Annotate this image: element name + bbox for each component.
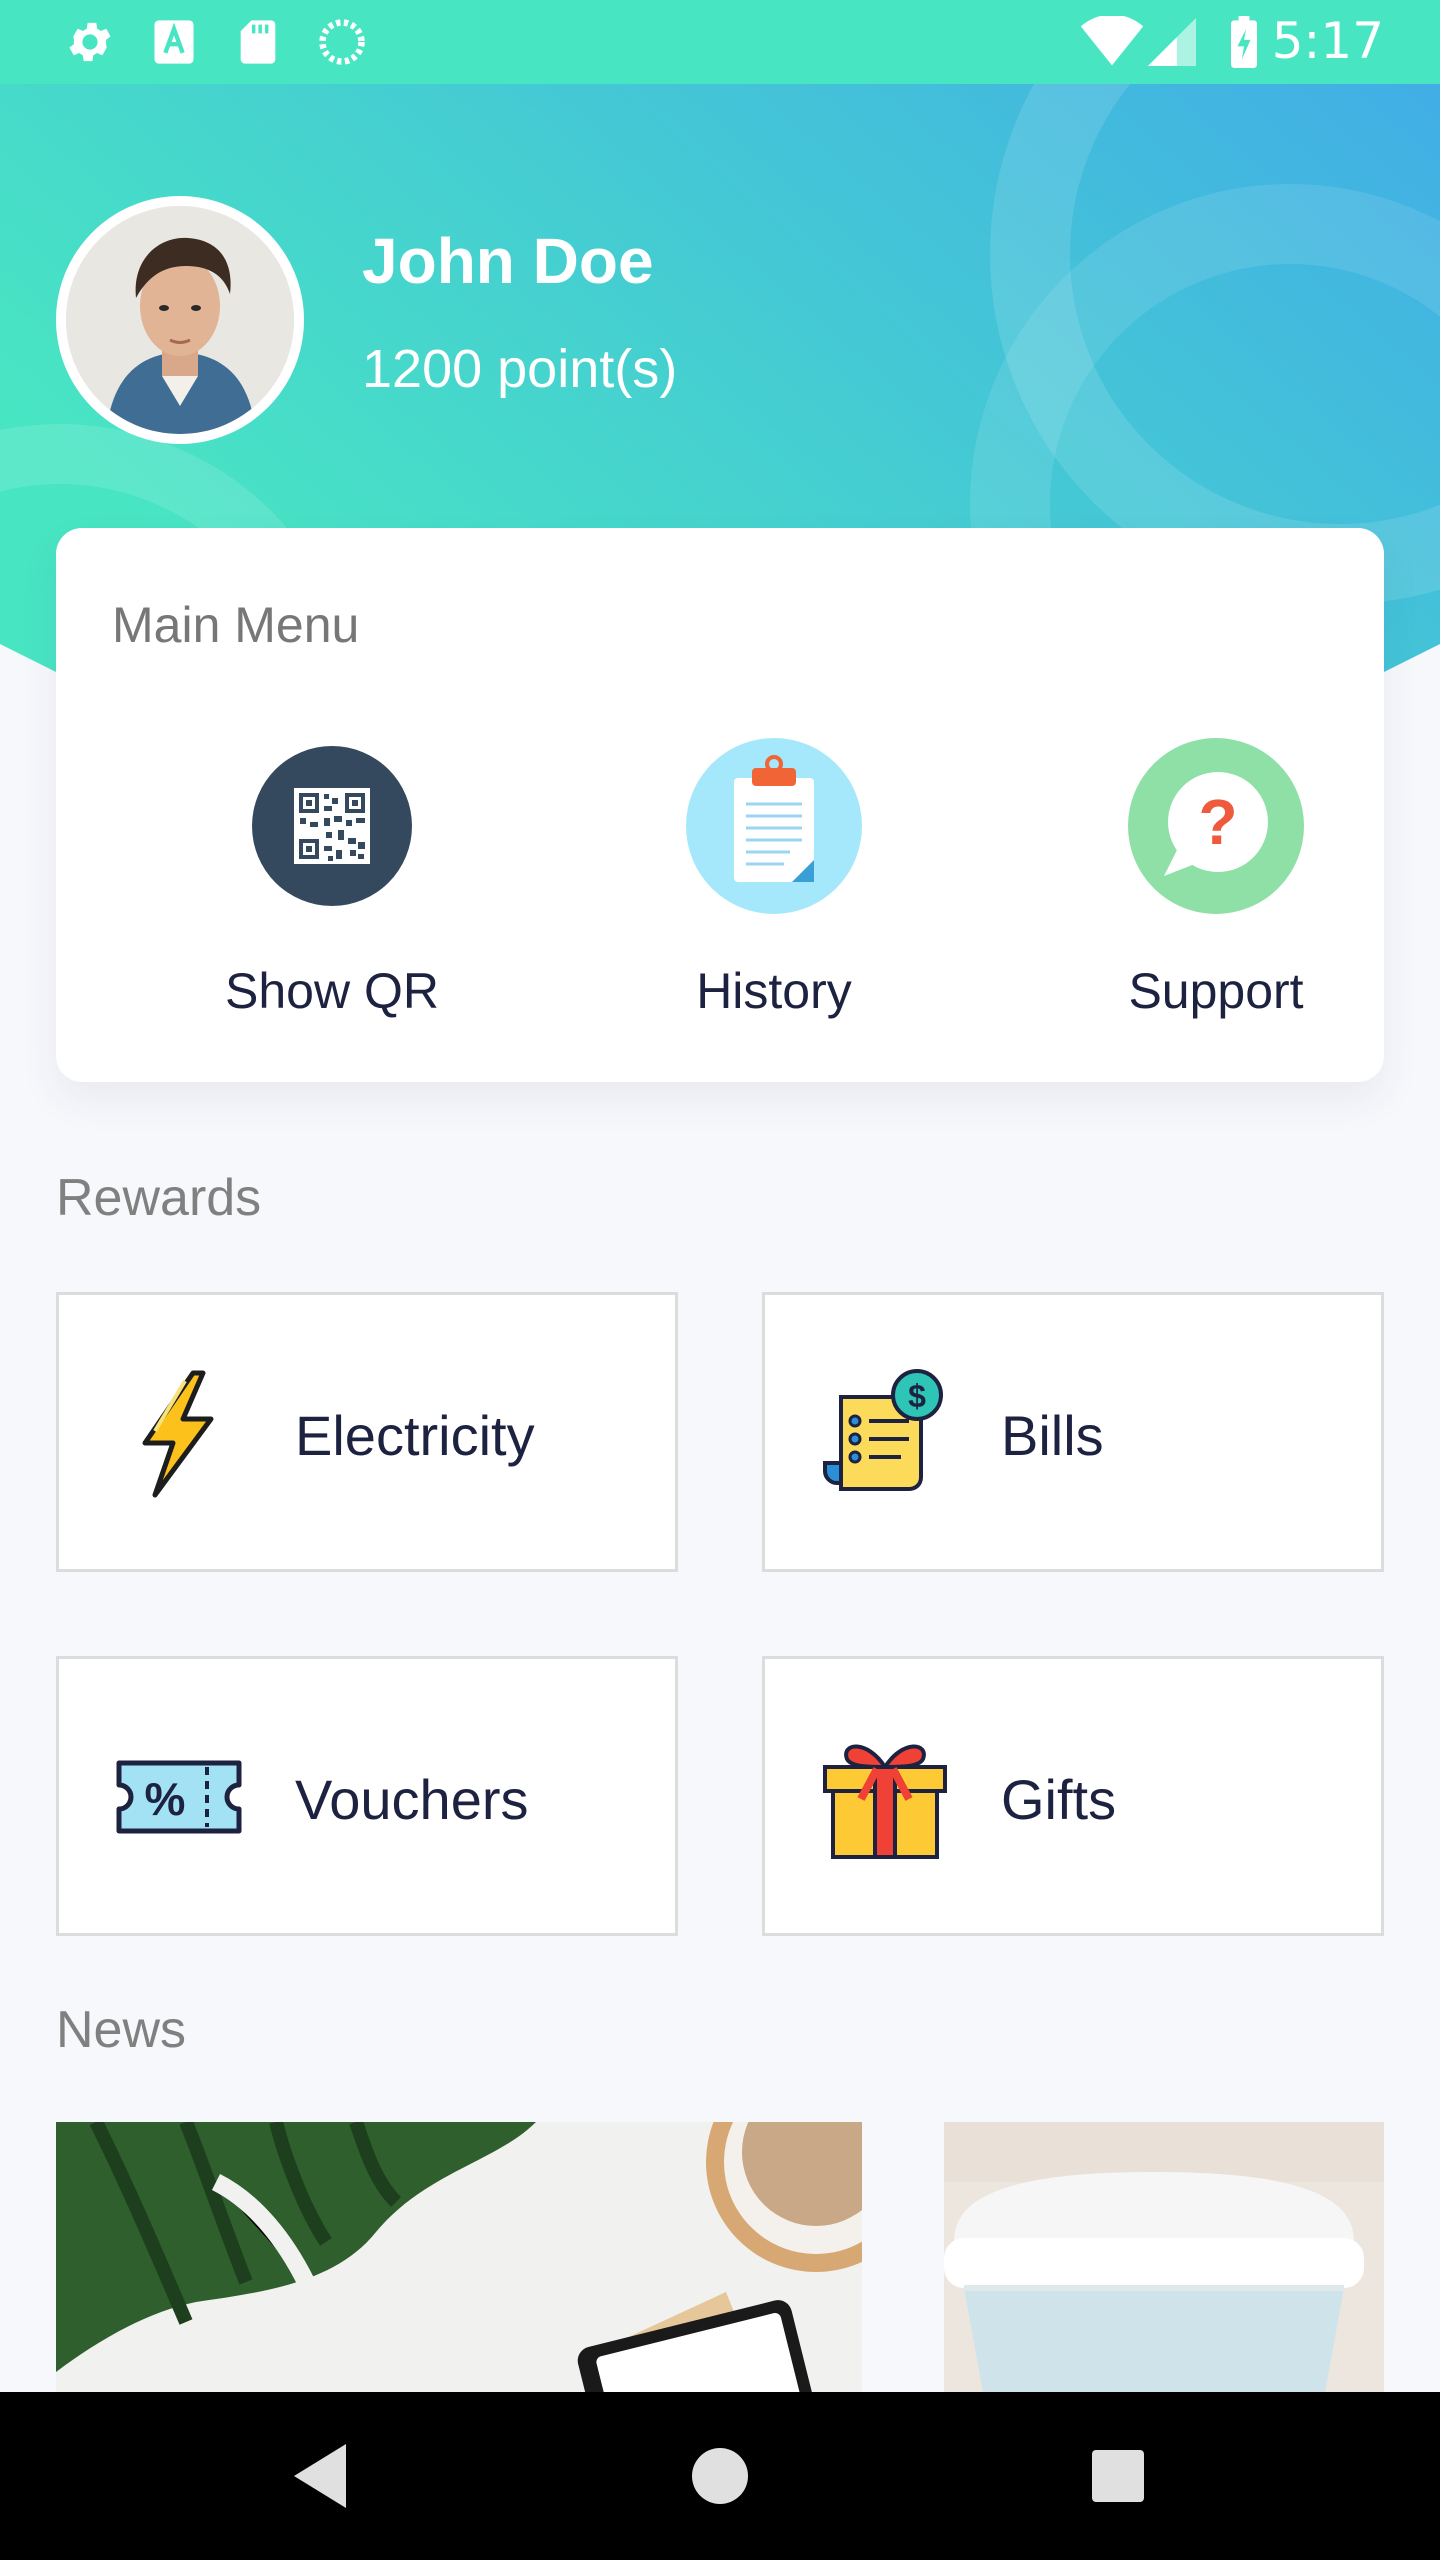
news-title: News — [56, 2001, 187, 2059]
news-card[interactable] — [944, 2122, 1384, 2392]
reward-electricity[interactable]: Electricity — [56, 1292, 678, 1572]
battery-charging-icon — [1231, 16, 1257, 68]
gear-icon — [69, 22, 111, 62]
question-bubble-icon: ? — [1128, 738, 1304, 914]
voucher-ticket-icon: % — [116, 1760, 242, 1834]
show-qr-label: Show QR — [225, 963, 439, 1019]
support-button[interactable]: ? Support — [1066, 738, 1366, 1046]
back-icon[interactable] — [282, 2436, 362, 2516]
news-image-plant-desk — [56, 2122, 862, 2392]
sync-icon — [319, 19, 365, 65]
user-name: John Doe — [362, 225, 654, 297]
avatar-photo — [66, 206, 294, 434]
home-icon[interactable] — [680, 2436, 760, 2516]
news-image-coffee-cup — [944, 2122, 1384, 2392]
reward-bills[interactable]: $ Bills — [762, 1292, 1384, 1572]
reward-electricity-label: Electricity — [295, 1404, 535, 1467]
wifi-icon — [1080, 16, 1144, 66]
history-label: History — [696, 963, 852, 1019]
person-portrait-image — [66, 206, 294, 434]
avatar[interactable] — [56, 196, 304, 444]
recents-icon[interactable] — [1078, 2436, 1158, 2516]
status-bar: 5:17 — [0, 0, 1440, 84]
clipboard-icon — [686, 738, 862, 914]
reward-gifts-label: Gifts — [1001, 1768, 1117, 1831]
status-time: 5:17 — [1271, 12, 1384, 70]
svg-text:%: % — [145, 1773, 186, 1825]
system-nav-bar — [0, 2392, 1440, 2560]
reward-bills-label: Bills — [1001, 1404, 1104, 1467]
news-card[interactable] — [56, 2122, 862, 2392]
gift-box-icon — [823, 1744, 947, 1859]
reward-vouchers[interactable]: % Vouchers — [56, 1656, 678, 1936]
signal-icon — [1148, 18, 1196, 66]
svg-text:?: ? — [1198, 786, 1237, 858]
reward-vouchers-label: Vouchers — [295, 1768, 529, 1831]
qr-code-icon — [252, 746, 412, 906]
user-points: 1200 point(s) — [362, 339, 678, 399]
font-a-icon — [154, 20, 194, 64]
lightning-icon — [142, 1370, 214, 1498]
history-button[interactable]: History — [624, 738, 924, 1046]
main-menu-title: Main Menu — [112, 597, 360, 653]
sd-card-icon — [240, 20, 276, 64]
rewards-title: Rewards — [56, 1169, 262, 1227]
svg-text:$: $ — [908, 1378, 926, 1414]
reward-gifts[interactable]: Gifts — [762, 1656, 1384, 1936]
main-menu-card: Main Menu Show QR History ? Support — [56, 528, 1384, 1082]
support-label: Support — [1128, 963, 1304, 1019]
show-qr-button[interactable]: Show QR — [182, 746, 482, 1046]
bill-receipt-icon: $ — [823, 1369, 943, 1491]
